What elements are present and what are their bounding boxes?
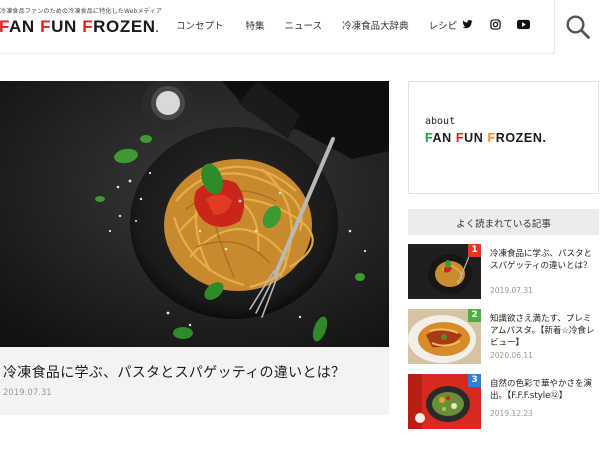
popular-articles-heading: よく読まれている記事 — [408, 209, 599, 235]
ranking-title[interactable]: 冷凍食品に学ぶ、パスタとスパゲッティの違いとは？ — [490, 248, 598, 272]
about-banner[interactable]: about FAN FUN FROZEN. — [408, 81, 599, 194]
youtube-icon[interactable] — [517, 19, 530, 30]
ranking-thumbnail[interactable]: 3 — [408, 374, 481, 429]
ranking-date: 2020.06.11 — [490, 351, 533, 360]
nav-concept[interactable]: コンセプト — [176, 18, 224, 32]
featured-article-image[interactable] — [0, 81, 389, 347]
twitter-icon[interactable] — [462, 19, 473, 30]
featured-article-card[interactable]: 冷凍食品に学ぶ、パスタとスパゲッティの違いとは？ 2019.07.31 — [0, 81, 389, 415]
search-icon — [566, 15, 590, 39]
site-header: 冷凍食品ファンのための冷凍食品に特化したWebメディア FAN FUN FROZ… — [0, 0, 600, 54]
site-logo[interactable]: FAN FUN FROZEN. — [0, 17, 159, 37]
rank-badge: 2 — [468, 309, 481, 322]
nav-dictionary[interactable]: 冷凍食品大辞典 — [342, 18, 409, 32]
ranking-item[interactable]: 1 冷凍食品に学ぶ、パスタとスパゲッティの違いとは？ 2019.07.31 — [408, 244, 599, 300]
ranking-date: 2019.07.31 — [490, 286, 533, 295]
popular-articles-heading-text: よく読まれている記事 — [456, 219, 551, 230]
ranking-thumbnail[interactable]: 1 — [408, 244, 481, 299]
ranking-title[interactable]: 自然の色彩で華やかさを演出。【F.F.F.style⑫】 — [490, 378, 598, 402]
nav-news[interactable]: ニュース — [285, 18, 323, 32]
ranking-item[interactable]: 3 自然の色彩で華やかさを演出。【F.F.F.style⑫】 2019.12.2… — [408, 374, 599, 430]
main-nav: コンセプト 特集 ニュース 冷凍食品大辞典 レシピ — [176, 18, 477, 32]
featured-article-date: 2019.07.31 — [3, 388, 52, 398]
search-button[interactable] — [554, 0, 600, 54]
ranking-thumbnail[interactable]: 2 — [408, 309, 481, 364]
nav-recipe[interactable]: レシピ — [429, 18, 458, 32]
about-logo: FAN FUN FROZEN. — [425, 131, 547, 145]
instagram-icon[interactable] — [490, 19, 501, 30]
ranking-date: 2019.12.23 — [490, 409, 533, 418]
about-label: about — [425, 116, 456, 127]
featured-article-title[interactable]: 冷凍食品に学ぶ、パスタとスパゲッティの違いとは？ — [3, 362, 345, 382]
ranking-item[interactable]: 2 知識欲さえ満たす、プレミアムパスタ。【新着☆冷食レビュー】 2020.06.… — [408, 309, 599, 365]
nav-feature[interactable]: 特集 — [246, 18, 265, 32]
site-tagline: 冷凍食品ファンのための冷凍食品に特化したWebメディア — [0, 8, 163, 15]
ranking-title[interactable]: 知識欲さえ満たす、プレミアムパスタ。【新着☆冷食レビュー】 — [490, 313, 598, 349]
rank-badge: 3 — [468, 374, 481, 387]
rank-badge: 1 — [468, 244, 481, 257]
